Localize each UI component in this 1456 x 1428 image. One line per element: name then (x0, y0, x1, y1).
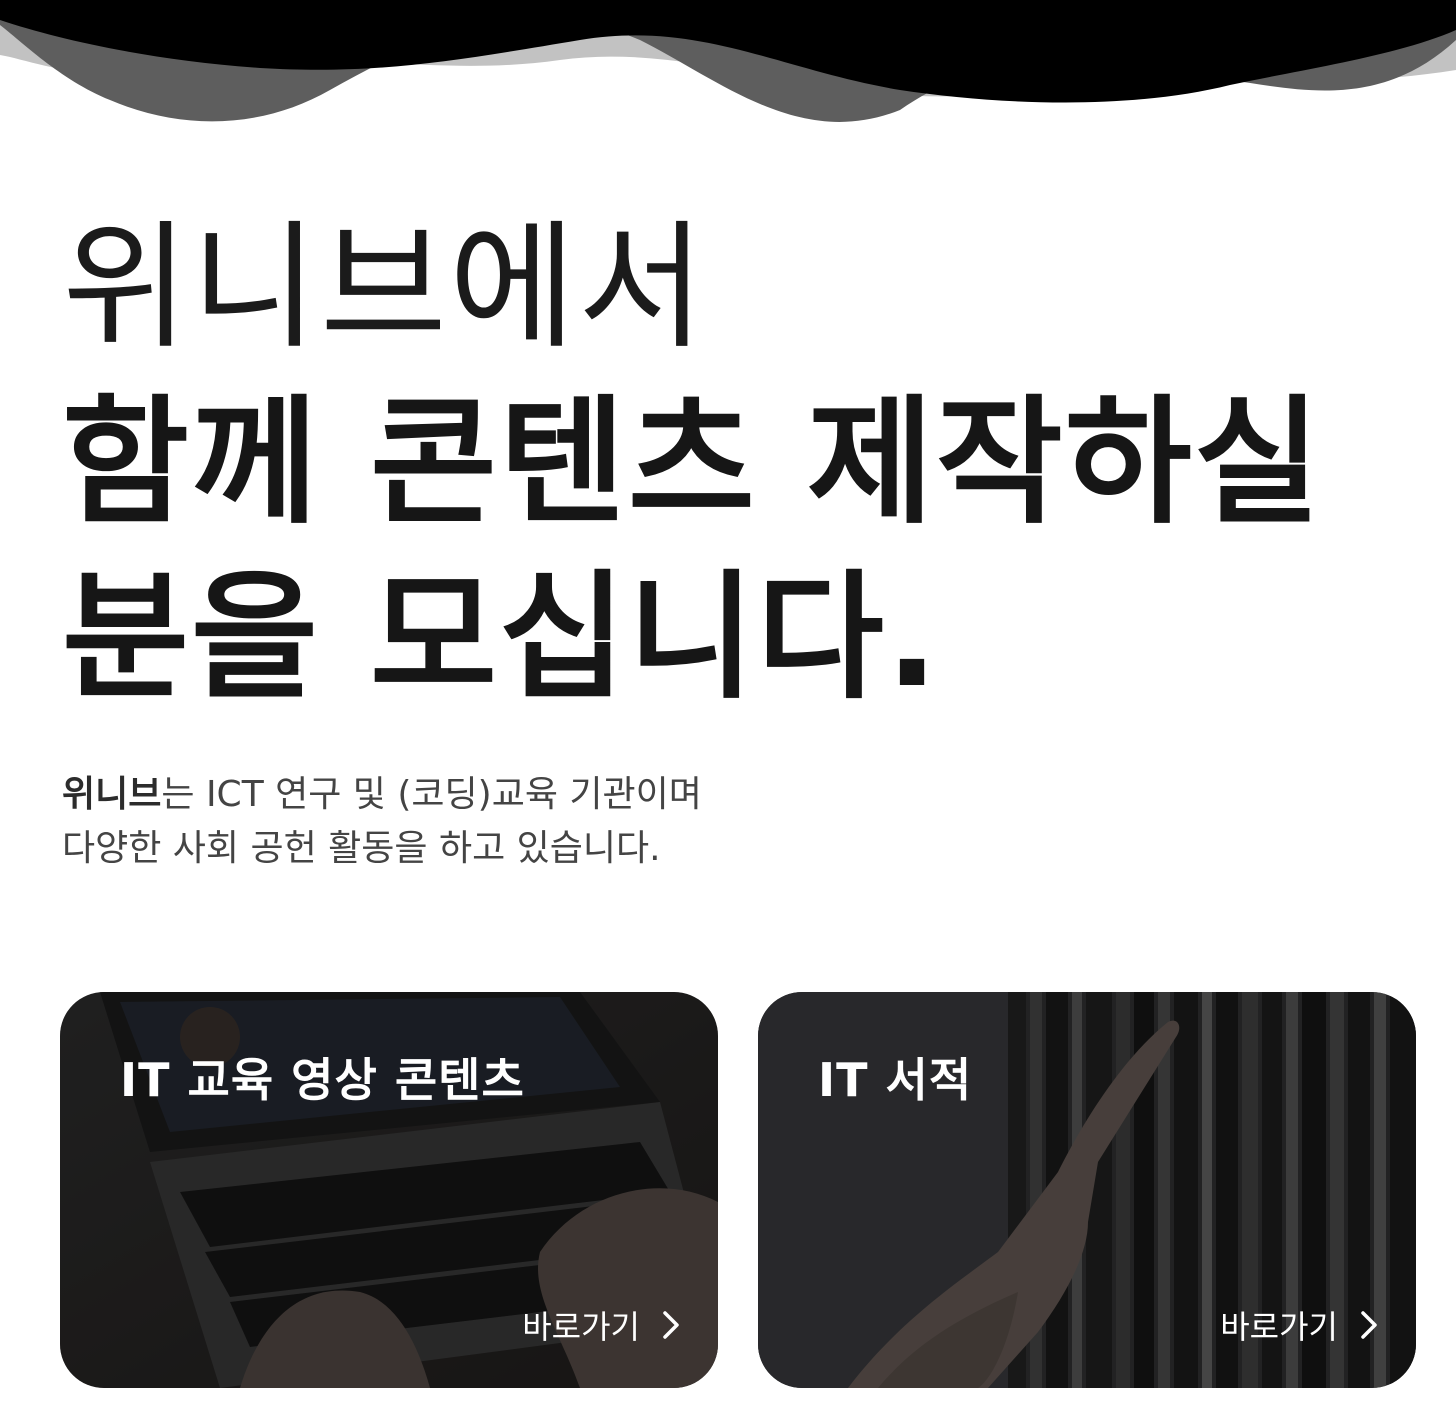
intro-line-1: 위니브는 ICT 연구 및 (코딩)교육 기관이며 (62, 768, 962, 822)
card-link-label: 바로가기 (1220, 1308, 1338, 1346)
card-title: IT 서적 (818, 1053, 973, 1107)
brand-name: 위니브 (62, 774, 162, 815)
hero-headline: 위니브에서 함께 콘텐츠 제작하실 분을 모십니다. (62, 200, 1442, 725)
card-it-books[interactable]: IT 서적 바로가기 (758, 992, 1416, 1388)
intro-text: 위니브는 ICT 연구 및 (코딩)교육 기관이며 다양한 사회 공헌 활동을 … (62, 768, 962, 876)
card-link-label: 바로가기 (522, 1308, 640, 1346)
hero-line-light: 위니브에서 (62, 207, 707, 368)
intro-line-2: 다양한 사회 공헌 활동을 하고 있습니다. (62, 828, 661, 869)
chevron-right-icon (1361, 1311, 1377, 1339)
hero-line-bold-2: 분을 모십니다. (62, 557, 941, 718)
intro-line-1-text: 는 ICT 연구 및 (코딩)교육 기관이며 (161, 774, 702, 815)
header-wave (0, 0, 1456, 122)
chevron-right-icon (663, 1311, 679, 1339)
card-link-go[interactable]: 바로가기 (522, 1302, 682, 1348)
hero-line-bold-1: 함께 콘텐츠 제작하실 (62, 382, 1323, 543)
card-title: IT 교육 영상 콘텐츠 (120, 1053, 525, 1107)
card-link-go[interactable]: 바로가기 (1220, 1302, 1380, 1348)
card-it-video-content[interactable]: IT 교육 영상 콘텐츠 바로가기 (60, 992, 718, 1388)
